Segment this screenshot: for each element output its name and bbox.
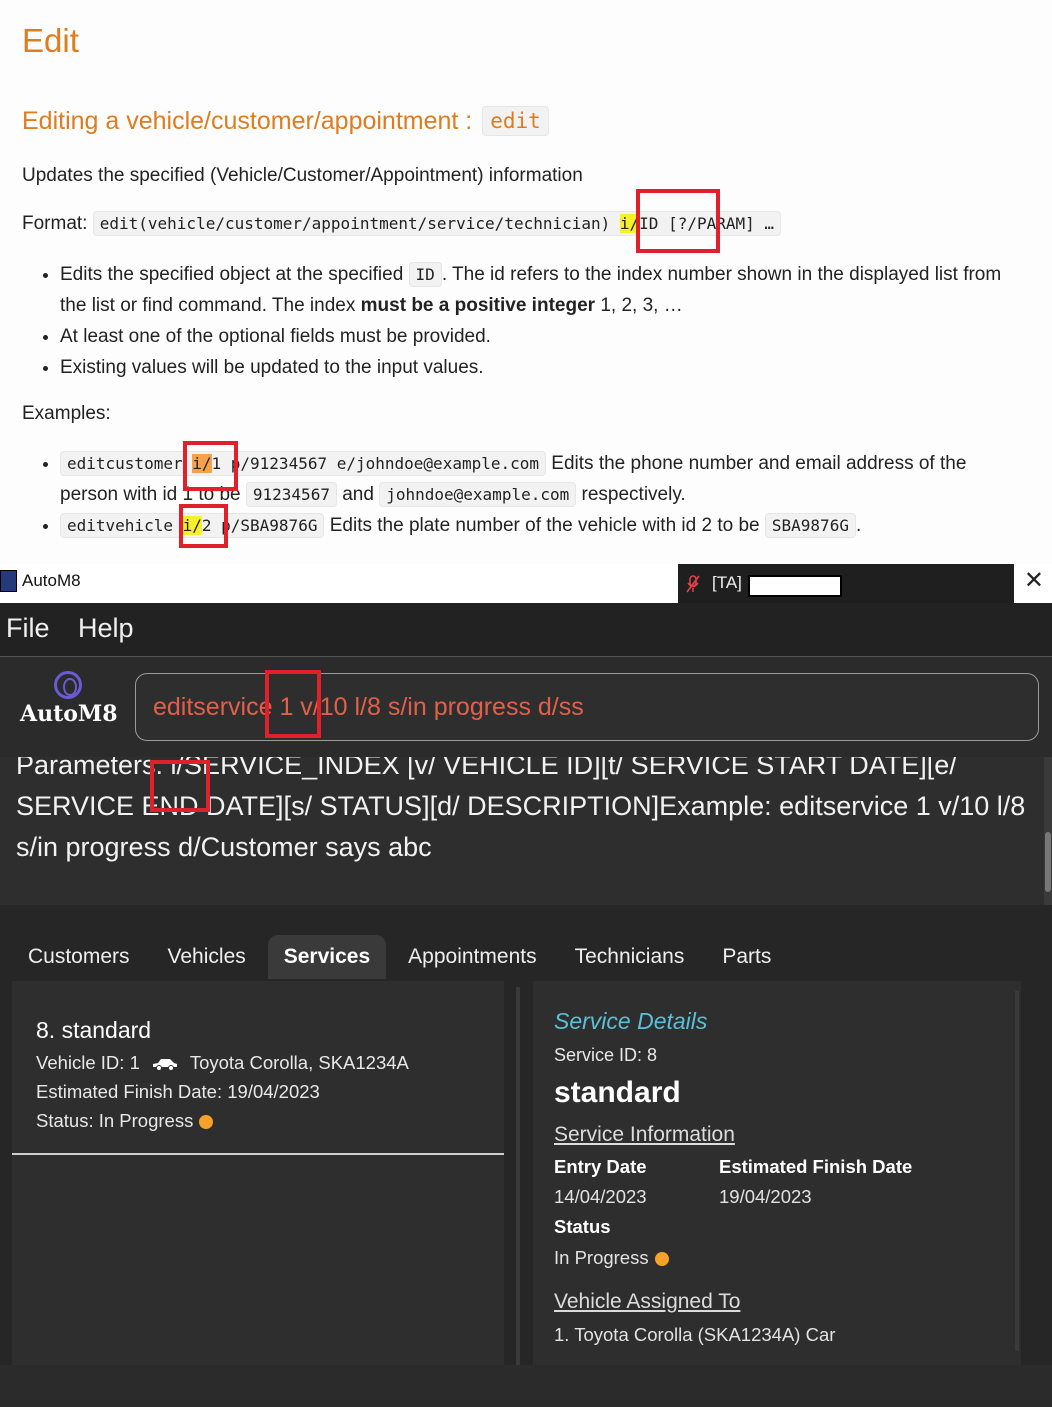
command-row: AutoM8 bbox=[0, 657, 1052, 757]
list-item[interactable]: 8. standard Vehicle ID: 1 Toyota Corolla… bbox=[12, 981, 504, 1155]
format-code-pre: edit(vehicle/customer/appointment/servic… bbox=[99, 214, 620, 233]
example-text: Edits the plate number of the vehicle wi… bbox=[324, 515, 765, 536]
details-service-id: Service ID: 8 bbox=[554, 1045, 658, 1065]
tab-customers[interactable]: Customers bbox=[12, 935, 146, 979]
service-list: 8. standard Vehicle ID: 1 Toyota Corolla… bbox=[12, 981, 504, 1365]
example-text: and bbox=[336, 484, 380, 505]
annotation-box bbox=[183, 441, 238, 491]
service-card-status: Status: In Progress bbox=[36, 1110, 214, 1132]
inline-code: johndoe@example.com bbox=[379, 482, 577, 507]
tab-bar: Customers Vehicles Services Appointments… bbox=[12, 935, 793, 979]
code-pre: editcustomer bbox=[67, 454, 193, 473]
automate-app-window: AutoM8 [TA] ✕ File Help AutoM8 Parameter… bbox=[0, 564, 1052, 1407]
example-text: . bbox=[855, 515, 862, 536]
menu-help[interactable]: Help bbox=[78, 613, 134, 644]
inline-code: 91234567 bbox=[245, 482, 337, 507]
menu-file[interactable]: File bbox=[6, 613, 50, 644]
subsection-heading-text: Editing a vehicle/customer/appointment : bbox=[22, 106, 473, 135]
window-titlebar: AutoM8 [TA] ✕ bbox=[0, 564, 1052, 603]
list-item: Edits the specified object at the specif… bbox=[60, 259, 1026, 321]
result-display: Parameters: i/SERVICE_INDEX [v/ VEHICLE … bbox=[0, 757, 1052, 905]
service-card-title: 8. standard bbox=[36, 1017, 152, 1043]
inline-code: editcustomer i/1 p/91234567 e/johndoe@ex… bbox=[60, 451, 547, 476]
annotation-box bbox=[150, 760, 210, 812]
service-card-vehicle: Vehicle ID: 1 Toyota Corolla, SKA1234A bbox=[36, 1052, 409, 1074]
pane-divider[interactable] bbox=[516, 987, 520, 1365]
user-guide-document: Edit Editing a vehicle/customer/appointm… bbox=[0, 0, 1052, 564]
main-panel: Customers Vehicles Services Appointments… bbox=[0, 905, 1052, 1407]
logo-text: AutoM8 bbox=[20, 701, 118, 727]
section-heading: Edit bbox=[22, 22, 79, 59]
list-item: At least one of the optional fields must… bbox=[60, 321, 1026, 352]
tab-services[interactable]: Services bbox=[267, 935, 387, 979]
format-notes-list: Edits the specified object at the specif… bbox=[36, 259, 1026, 383]
details-entry-label: Entry Date bbox=[554, 1156, 647, 1177]
tab-parts[interactable]: Parts bbox=[706, 935, 787, 979]
vehicle-id-text: Vehicle ID: 1 bbox=[36, 1052, 140, 1073]
bullet-text: Edits the specified object at the specif… bbox=[60, 264, 409, 285]
subsection-heading: Editing a vehicle/customer/appointment :… bbox=[22, 106, 549, 136]
list-item: Existing values will be updated to the i… bbox=[60, 352, 1026, 383]
code-pre: editvehicle bbox=[67, 516, 183, 535]
close-button[interactable]: ✕ bbox=[1024, 566, 1044, 595]
details-service-name: standard bbox=[554, 1076, 681, 1109]
details-heading: Service Details bbox=[554, 1008, 708, 1034]
scrollbar-thumb[interactable] bbox=[1045, 832, 1051, 892]
details-vehicle-value: 1. Toyota Corolla (SKA1234A) Car bbox=[554, 1324, 836, 1345]
details-finish-label: Estimated Finish Date bbox=[719, 1156, 913, 1177]
status-dot-icon bbox=[654, 1252, 669, 1267]
details-finish-value: 19/04/2023 bbox=[719, 1186, 812, 1207]
details-status-value: In Progress bbox=[554, 1247, 669, 1269]
ta-label-text: [TA] bbox=[712, 573, 742, 592]
description-text: Updates the specified (Vehicle/Customer/… bbox=[22, 165, 583, 186]
muted-mic-icon bbox=[686, 575, 700, 593]
service-card-finish-date: Estimated Finish Date: 19/04/2023 bbox=[36, 1081, 320, 1102]
car-icon bbox=[153, 1059, 178, 1072]
tire-icon bbox=[54, 671, 82, 699]
app-icon bbox=[0, 570, 17, 592]
annotation-box bbox=[265, 670, 321, 738]
inline-code: SBA9876G bbox=[764, 513, 856, 538]
vehicle-name-text: Toyota Corolla, SKA1234A bbox=[189, 1052, 409, 1073]
status-text: In Progress bbox=[554, 1247, 649, 1268]
result-scrollbar[interactable] bbox=[1044, 757, 1052, 905]
details-entry-value: 14/04/2023 bbox=[554, 1186, 647, 1207]
menu-bar: File Help bbox=[0, 603, 1052, 657]
examples-label: Examples: bbox=[22, 403, 111, 424]
screen-share-label: [TA] bbox=[678, 564, 1014, 603]
redacted-name bbox=[748, 575, 842, 597]
status-dot-icon bbox=[199, 1115, 214, 1130]
code-post: 1 p/91234567 e/johndoe@example.com bbox=[211, 454, 540, 473]
tab-technicians[interactable]: Technicians bbox=[559, 935, 701, 979]
details-status-label: Status bbox=[554, 1216, 611, 1237]
status-text: Status: In Progress bbox=[36, 1110, 194, 1131]
example-text: respectively. bbox=[576, 484, 686, 505]
window-title: AutoM8 bbox=[22, 571, 81, 590]
annotation-box bbox=[636, 189, 720, 253]
tab-vehicles[interactable]: Vehicles bbox=[152, 935, 262, 979]
details-section-vehicle: Vehicle Assigned To bbox=[554, 1290, 741, 1313]
inline-code: ID bbox=[408, 262, 442, 287]
details-section-service-info: Service Information bbox=[554, 1123, 735, 1146]
bullet-text: 1, 2, 3, … bbox=[595, 295, 683, 316]
format-label: Format: bbox=[22, 213, 88, 234]
details-scrollbar[interactable] bbox=[1015, 991, 1019, 1351]
status-bar bbox=[0, 1365, 1052, 1407]
bullet-bold: must be a positive integer bbox=[360, 295, 596, 316]
service-details-panel: Service Details Service ID: 8 standard S… bbox=[533, 981, 1021, 1365]
tab-appointments[interactable]: Appointments bbox=[392, 935, 552, 979]
subsection-heading-code: edit bbox=[482, 106, 549, 136]
annotation-box bbox=[179, 504, 228, 548]
app-logo: AutoM8 bbox=[20, 671, 120, 731]
